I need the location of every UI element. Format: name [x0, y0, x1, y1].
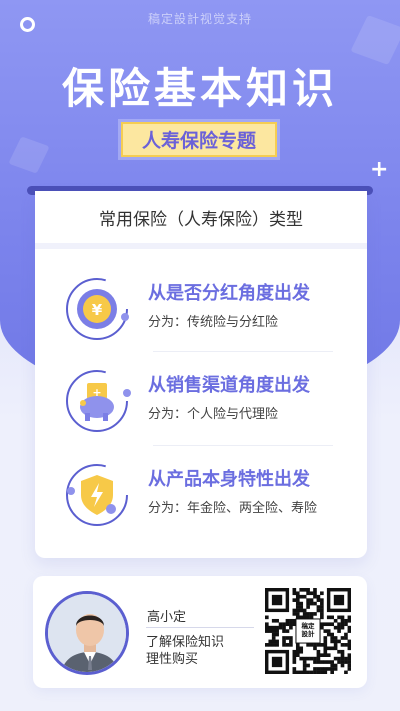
- qr-center-logo-text: 稿定: [302, 621, 316, 630]
- divider: [153, 445, 333, 446]
- brand-watermark: 稿定設計视觉支持: [147, 12, 252, 26]
- profile-name: 高小定: [147, 610, 187, 625]
- subtitle-badge: 人寿保险专题: [121, 122, 277, 157]
- insurance-types-card: 常用保险（人寿保险）类型 ¥ 从是否分红角度出发 分为：传统险与分红险 + 从销…: [35, 191, 367, 558]
- qr-code-icon[interactable]: 稿定 設計: [265, 588, 352, 675]
- profile-tagline: 了解保险知识 理性购买: [146, 634, 224, 668]
- item-heading: 从销售渠道角度出发: [148, 375, 310, 396]
- plus-decoration-icon: +: [370, 157, 389, 182]
- item-description: 分为：年金险、两全险、寿险: [148, 501, 318, 516]
- item-heading: 从是否分红角度出发: [148, 283, 310, 304]
- list-item: ¥ 从是否分红角度出发 分为：传统险与分红险: [35, 275, 367, 367]
- avatar: [45, 591, 129, 675]
- shield-lightning-icon: [63, 461, 128, 526]
- page-title: 保险基本知识: [61, 64, 338, 113]
- item-heading: 从产品本身特性出发: [148, 469, 310, 490]
- divider: [146, 627, 254, 628]
- item-description: 分为：传统险与分红险: [148, 315, 279, 330]
- list-item: 从产品本身特性出发 分为：年金险、两全险、寿险: [35, 461, 367, 553]
- piggy-bank-icon: +: [63, 367, 131, 432]
- card-heading: 常用保险（人寿保险）类型: [35, 191, 367, 249]
- divider: [153, 351, 333, 352]
- cube-decoration-icon: [8, 136, 50, 174]
- tagline-line-2: 理性购买: [146, 652, 199, 667]
- profile-card: 高小定 了解保险知识 理性购买 稿定 設計: [33, 576, 367, 688]
- item-description: 分为：个人险与代理险: [148, 407, 279, 422]
- svg-text:¥: ¥: [92, 301, 103, 319]
- yuan-coin-icon: ¥: [63, 275, 129, 340]
- tagline-line-1: 了解保险知识: [146, 635, 225, 650]
- qr-center-logo-text: 設計: [302, 629, 316, 638]
